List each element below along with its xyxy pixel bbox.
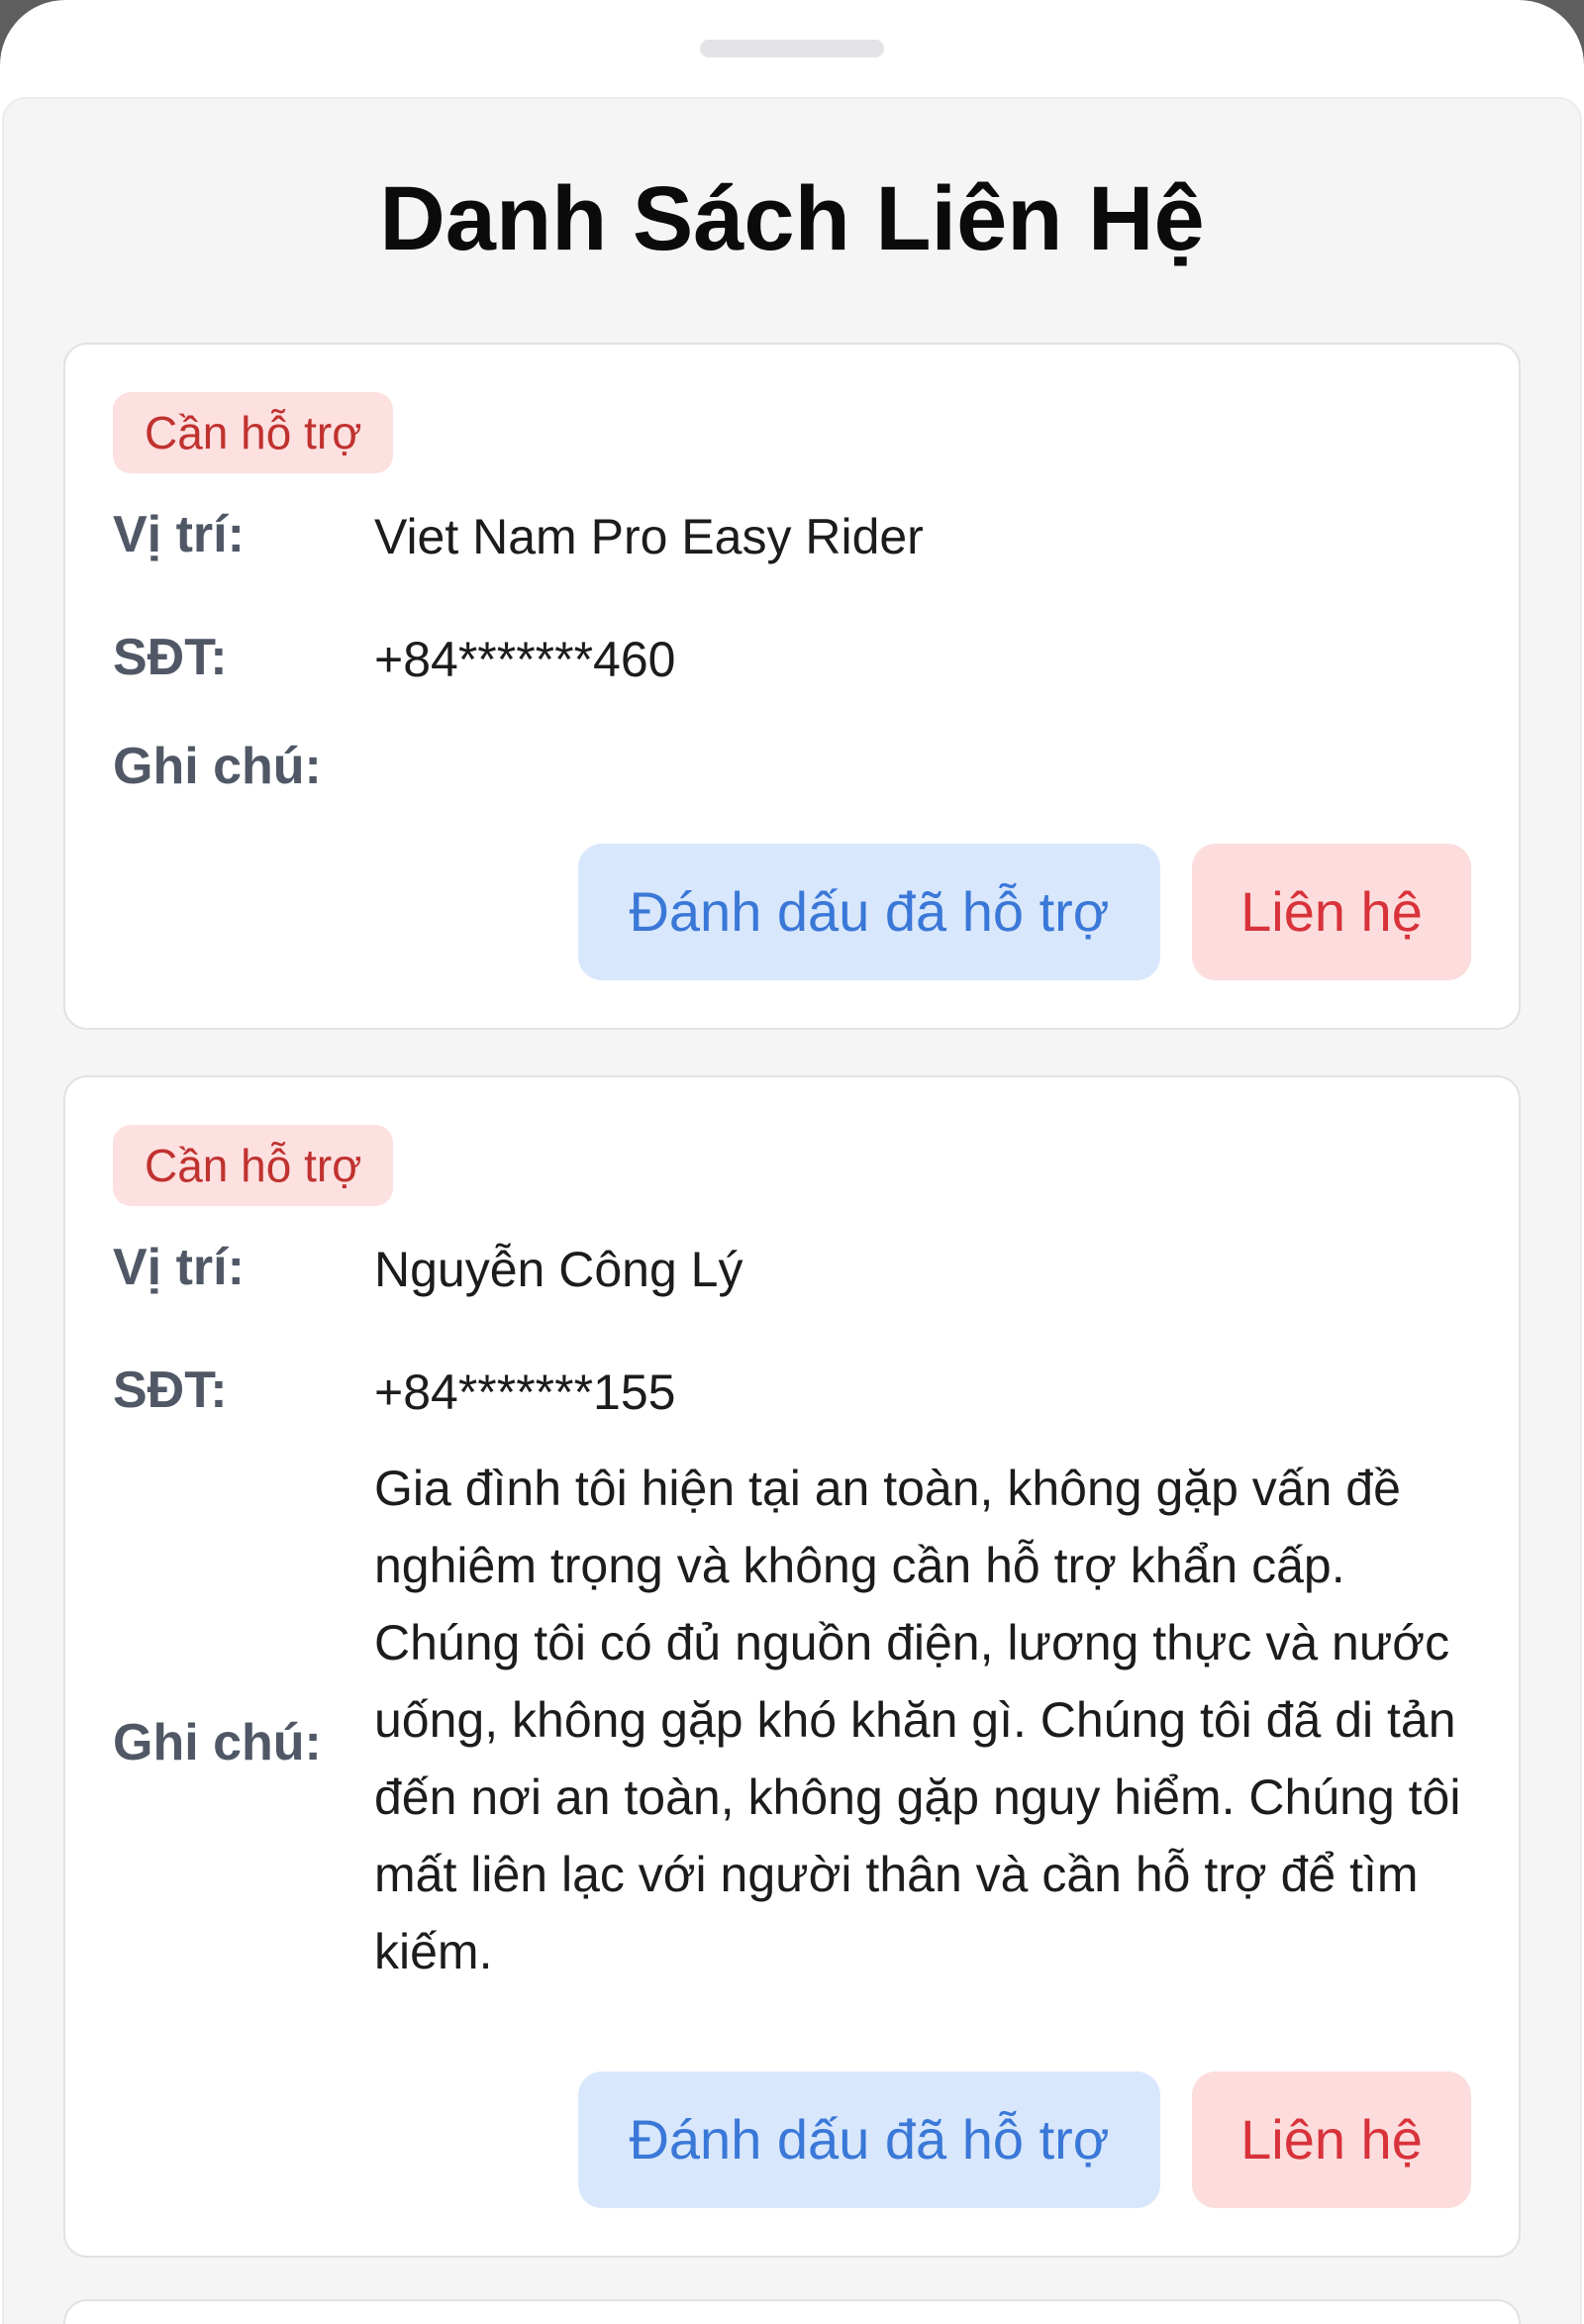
note-label: Ghi chú: bbox=[113, 1714, 322, 1771]
phone-label: SĐT: bbox=[113, 1362, 228, 1419]
location-label: Vị trí: bbox=[113, 506, 245, 563]
contact-button[interactable]: Liên hệ bbox=[1192, 844, 1471, 980]
location-label: Vị trí: bbox=[113, 1239, 245, 1296]
mark-supported-button[interactable]: Đánh dấu đã hỗ trợ bbox=[578, 2071, 1160, 2208]
phone-value: +84*******460 bbox=[374, 632, 676, 687]
page-title: Danh Sách Liên Hệ bbox=[379, 168, 1205, 269]
location-value: Viet Nam Pro Easy Rider bbox=[374, 509, 924, 564]
contact-card: Cần hỗ trợ Vị trí: Viet Nam Pro Easy Rid… bbox=[63, 343, 1521, 1030]
contact-card bbox=[63, 2299, 1521, 2324]
bottom-sheet: Danh Sách Liên Hệ Cần hỗ trợ Vị trí: Vie… bbox=[0, 0, 1584, 2324]
status-badge: Cần hỗ trợ bbox=[113, 1125, 394, 1206]
phone-label: SĐT: bbox=[113, 629, 228, 686]
contact-button[interactable]: Liên hệ bbox=[1192, 2071, 1471, 2208]
phone-value: +84*******155 bbox=[374, 1364, 676, 1420]
note-value: Gia đình tôi hiện tại an toàn, không gặp… bbox=[374, 1461, 1461, 1979]
contact-card: Cần hỗ trợ Vị trí: Nguyễn Công Lý SĐT: +… bbox=[63, 1075, 1521, 2258]
location-value: Nguyễn Công Lý bbox=[374, 1242, 743, 1297]
mark-supported-button[interactable]: Đánh dấu đã hỗ trợ bbox=[578, 844, 1160, 980]
note-label: Ghi chú: bbox=[113, 738, 322, 795]
status-badge: Cần hỗ trợ bbox=[113, 392, 394, 473]
drag-handle[interactable] bbox=[700, 40, 884, 57]
